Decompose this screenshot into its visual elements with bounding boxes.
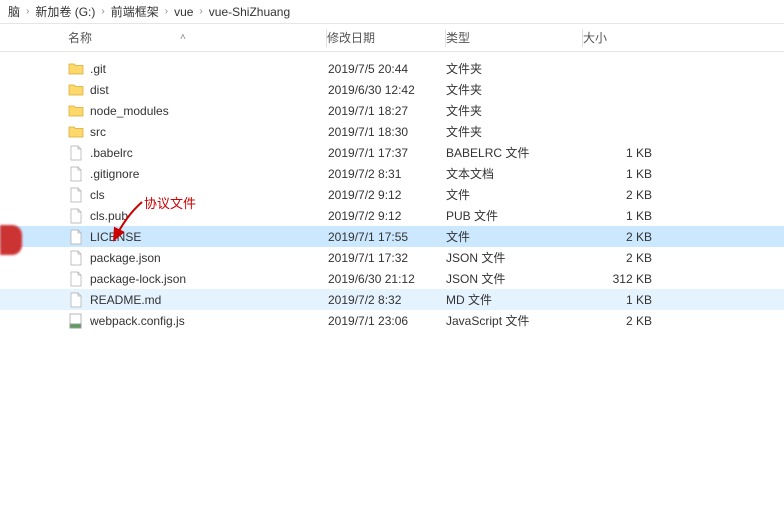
folder-icon (68, 82, 84, 98)
file-name: package.json (90, 251, 328, 265)
file-name: dist (90, 83, 328, 97)
file-size: 2 KB (582, 188, 672, 202)
breadcrumb[interactable]: 脑 › 新加卷 (G:) › 前端框架 › vue › vue-ShiZhuan… (0, 0, 784, 24)
js-icon (68, 313, 84, 329)
file-name: cls.pub (90, 209, 328, 223)
file-type: 文件夹 (446, 60, 582, 77)
file-type: 文件夹 (446, 123, 582, 140)
file-icon (68, 208, 84, 224)
file-date: 2019/7/1 23:06 (328, 314, 446, 328)
folder-icon (68, 61, 84, 77)
file-list: .git2019/7/5 20:44文件夹dist2019/6/30 12:42… (0, 52, 784, 331)
file-type: PUB 文件 (446, 207, 582, 224)
file-size: 2 KB (582, 314, 672, 328)
file-size: 1 KB (582, 146, 672, 160)
file-type: JSON 文件 (446, 249, 582, 266)
file-type: 文本文档 (446, 165, 582, 182)
file-row[interactable]: webpack.config.js2019/7/1 23:06JavaScrip… (0, 310, 784, 331)
file-name: cls (90, 188, 328, 202)
file-row[interactable]: package.json2019/7/1 17:32JSON 文件2 KB (0, 247, 784, 268)
chevron-right-icon: › (165, 6, 168, 17)
file-type: 文件 (446, 186, 582, 203)
breadcrumb-part[interactable]: vue (174, 5, 193, 19)
file-row[interactable]: .git2019/7/5 20:44文件夹 (0, 58, 784, 79)
file-icon (68, 187, 84, 203)
file-icon (68, 145, 84, 161)
breadcrumb-part[interactable]: 脑 (8, 3, 20, 20)
file-name: .git (90, 62, 328, 76)
column-headers: ˄ 名称 修改日期 类型 大小 (0, 24, 784, 52)
file-row[interactable]: dist2019/6/30 12:42文件夹 (0, 79, 784, 100)
file-size: 1 KB (582, 293, 672, 307)
breadcrumb-part[interactable]: 新加卷 (G:) (35, 3, 95, 20)
file-name: webpack.config.js (90, 314, 328, 328)
file-type: JavaScript 文件 (446, 312, 582, 329)
file-row[interactable]: src2019/7/1 18:30文件夹 (0, 121, 784, 142)
file-row[interactable]: package-lock.json2019/6/30 21:12JSON 文件3… (0, 268, 784, 289)
file-size: 312 KB (582, 272, 672, 286)
file-icon (68, 250, 84, 266)
file-row[interactable]: cls.pub2019/7/2 9:12PUB 文件1 KB (0, 205, 784, 226)
file-type: 文件夹 (446, 102, 582, 119)
column-header-size[interactable]: 大小 (583, 29, 673, 46)
chevron-right-icon: › (199, 6, 202, 17)
file-date: 2019/7/2 9:12 (328, 209, 446, 223)
file-name: src (90, 125, 328, 139)
file-icon (68, 229, 84, 245)
file-row[interactable]: README.md2019/7/2 8:32MD 文件1 KB (0, 289, 784, 310)
file-type: MD 文件 (446, 291, 582, 308)
file-date: 2019/6/30 12:42 (328, 83, 446, 97)
file-name: package-lock.json (90, 272, 328, 286)
file-row[interactable]: .babelrc2019/7/1 17:37BABELRC 文件1 KB (0, 142, 784, 163)
column-header-name[interactable]: 名称 (68, 29, 326, 46)
file-date: 2019/7/1 18:27 (328, 104, 446, 118)
folder-icon (68, 103, 84, 119)
file-date: 2019/6/30 21:12 (328, 272, 446, 286)
file-type: 文件夹 (446, 81, 582, 98)
file-date: 2019/7/1 17:55 (328, 230, 446, 244)
file-date: 2019/7/1 18:30 (328, 125, 446, 139)
breadcrumb-part[interactable]: 前端框架 (111, 3, 159, 20)
chevron-right-icon: › (26, 6, 29, 17)
file-name: node_modules (90, 104, 328, 118)
chevron-right-icon: › (101, 6, 104, 17)
file-icon (68, 166, 84, 182)
file-date: 2019/7/2 9:12 (328, 188, 446, 202)
sort-indicator-icon: ˄ (180, 32, 186, 43)
file-name: .gitignore (90, 167, 328, 181)
file-row[interactable]: LICENSE2019/7/1 17:55文件2 KB (0, 226, 784, 247)
file-row[interactable]: node_modules2019/7/1 18:27文件夹 (0, 100, 784, 121)
file-name: .babelrc (90, 146, 328, 160)
file-icon (68, 292, 84, 308)
file-size: 2 KB (582, 251, 672, 265)
file-row[interactable]: cls2019/7/2 9:12文件2 KB (0, 184, 784, 205)
file-date: 2019/7/1 17:37 (328, 146, 446, 160)
file-date: 2019/7/1 17:32 (328, 251, 446, 265)
file-date: 2019/7/2 8:32 (328, 293, 446, 307)
file-size: 1 KB (582, 167, 672, 181)
file-icon (68, 271, 84, 287)
column-header-date[interactable]: 修改日期 (327, 29, 445, 46)
column-header-type[interactable]: 类型 (446, 29, 582, 46)
file-size: 2 KB (582, 230, 672, 244)
file-type: 文件 (446, 228, 582, 245)
file-size: 1 KB (582, 209, 672, 223)
file-date: 2019/7/2 8:31 (328, 167, 446, 181)
file-type: BABELRC 文件 (446, 144, 582, 161)
file-type: JSON 文件 (446, 270, 582, 287)
file-name: README.md (90, 293, 328, 307)
folder-icon (68, 124, 84, 140)
file-name: LICENSE (90, 230, 328, 244)
decorative-blob (0, 225, 22, 255)
file-row[interactable]: .gitignore2019/7/2 8:31文本文档1 KB (0, 163, 784, 184)
file-date: 2019/7/5 20:44 (328, 62, 446, 76)
breadcrumb-part[interactable]: vue-ShiZhuang (209, 5, 290, 19)
